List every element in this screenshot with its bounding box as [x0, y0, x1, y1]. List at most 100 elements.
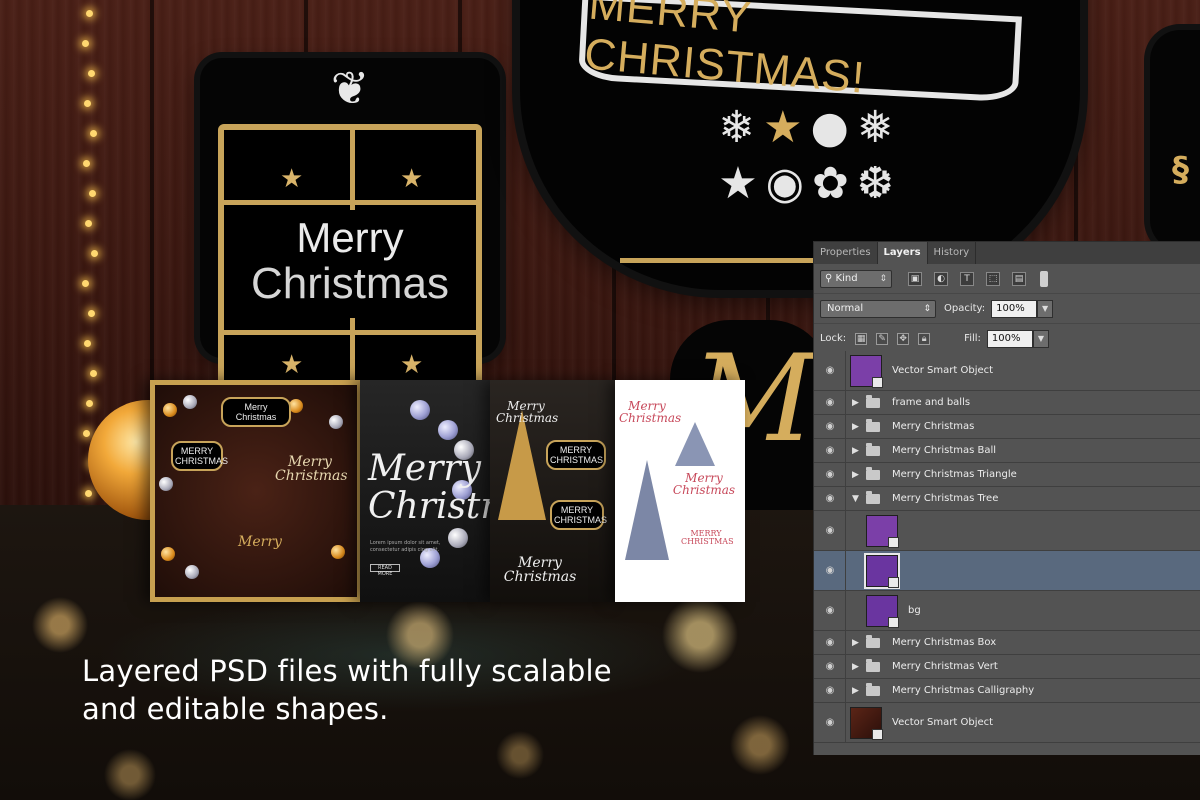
layer-divider: [845, 591, 846, 630]
layer-group-row[interactable]: ◉ ▶ Merry Christmas: [814, 415, 1200, 439]
layer-divider: [845, 351, 846, 390]
kind-filter-select[interactable]: ⚲ Kind ⇕: [820, 269, 892, 288]
ornament-ball-icon: [185, 565, 199, 579]
ornament-ball-icon: [329, 415, 343, 429]
layer-divider: [845, 487, 846, 510]
chevron-right-icon[interactable]: ▶: [852, 637, 859, 649]
layer-divider: [845, 391, 846, 414]
eye-icon[interactable]: ◉: [824, 605, 836, 616]
eye-icon[interactable]: ◉: [824, 397, 836, 408]
eye-icon[interactable]: ◉: [824, 685, 836, 696]
eye-icon[interactable]: ◉: [824, 421, 836, 432]
chevron-right-icon[interactable]: ▶: [852, 397, 859, 409]
blend-mode-value: Normal: [827, 302, 864, 314]
eye-icon[interactable]: ◉: [824, 565, 836, 576]
opacity-input[interactable]: 100%: [991, 299, 1038, 318]
tab-layers[interactable]: Layers: [877, 242, 928, 264]
pixel-filter-icon[interactable]: ▣: [908, 271, 922, 286]
lock-all-icon[interactable]: 🔒︎: [918, 332, 931, 345]
star-icon: ★: [763, 102, 811, 153]
chevron-down-icon[interactable]: ▼: [852, 493, 859, 505]
layer-row[interactable]: ◉ bg: [814, 591, 1200, 631]
chevron-right-icon[interactable]: ▶: [852, 469, 859, 481]
layer-group-row[interactable]: ◉ ▼ Merry Christmas Tree: [814, 487, 1200, 511]
eye-icon[interactable]: ◉: [824, 637, 836, 648]
eye-icon[interactable]: ◉: [824, 717, 836, 728]
tree-icon: [675, 422, 715, 466]
eye-icon[interactable]: ◉: [824, 493, 836, 504]
layer-list: ◉ Vector Smart Object ◉ ▶ frame and ball…: [814, 351, 1200, 743]
tab-history[interactable]: History: [928, 242, 977, 264]
layer-row[interactable]: ◉ Vector Smart Object: [814, 703, 1200, 743]
gift-text-line2: Christmas: [250, 259, 450, 308]
eye-icon[interactable]: ◉: [824, 661, 836, 672]
preview-thumbnail-white: Merry Christmas Merry Christmas MERRY CH…: [615, 380, 745, 602]
layer-name: Merry Christmas: [892, 420, 975, 432]
ornament-ball-icon: [161, 547, 175, 561]
gift-greeting: Merry Christmas: [224, 210, 476, 318]
layer-divider: [845, 415, 846, 438]
chevron-right-icon[interactable]: ▶: [852, 685, 859, 697]
thumb-badge: MERRY CHRISTMAS: [546, 440, 606, 470]
eye-icon[interactable]: ◉: [824, 445, 836, 456]
type-filter-icon[interactable]: T: [960, 271, 974, 286]
layer-group-row[interactable]: ◉ ▶ Merry Christmas Triangle: [814, 463, 1200, 487]
eye-icon[interactable]: ◉: [824, 365, 836, 376]
thumb-read-more: READ MORE: [370, 564, 400, 577]
lock-row: Lock: ▦ ✎ ✥ 🔒︎ Fill: 100% ▼: [814, 324, 1200, 354]
layer-name: bg: [908, 604, 921, 616]
layer-divider: [845, 551, 846, 590]
layer-divider: [845, 463, 846, 486]
lock-brush-icon[interactable]: ✎: [876, 332, 889, 345]
thumb-badge: MERRY CHRISTMAS: [171, 441, 228, 471]
ornament-ball-icon: [410, 400, 430, 420]
thumb-script: Merry Christmas: [672, 471, 736, 497]
layer-name: frame and balls: [892, 396, 971, 408]
feature-caption: Layered PSD files with fully scalable an…: [82, 652, 722, 728]
chevron-updown-icon: ⇕: [879, 273, 887, 284]
tab-properties[interactable]: Properties: [814, 242, 878, 264]
layer-group-row[interactable]: ◉ ▶ Merry Christmas Vert: [814, 655, 1200, 679]
shape-filter-icon[interactable]: ⬚: [986, 271, 1000, 286]
thumb-body-text: Lorem ipsum dolor sit amet, consectetur …: [370, 540, 441, 553]
layer-group-row[interactable]: ◉ ▶ Merry Christmas Calligraphy: [814, 679, 1200, 703]
lock-position-icon[interactable]: ✥: [897, 332, 910, 345]
layer-row[interactable]: ◉: [814, 511, 1200, 551]
layer-group-row[interactable]: ◉ ▶ Merry Christmas Box: [814, 631, 1200, 655]
smart-object-filter-icon[interactable]: ▤: [1012, 271, 1026, 286]
gift-text-line1: Merry: [296, 214, 404, 261]
opacity-chevron-icon[interactable]: ▼: [1037, 299, 1054, 318]
folder-icon: [866, 658, 880, 672]
chevron-right-icon[interactable]: ▶: [852, 661, 859, 673]
layer-row[interactable]: ◉ Vector Smart Object: [814, 351, 1200, 391]
chevron-right-icon[interactable]: ▶: [852, 445, 859, 457]
layer-group-row[interactable]: ◉ ▶ Merry Christmas Ball: [814, 439, 1200, 463]
layer-row-selected[interactable]: ◉: [814, 551, 1200, 591]
swirl-icon: §: [1172, 150, 1189, 190]
thumb-badge: Merry Christmas: [221, 397, 291, 427]
fill-chevron-icon[interactable]: ▼: [1032, 329, 1049, 348]
fill-input[interactable]: 100%: [986, 329, 1033, 348]
eye-icon[interactable]: ◉: [824, 469, 836, 480]
folder-icon: [866, 418, 880, 432]
snowflake-icon: ❄: [718, 102, 764, 153]
thumb-script: MerryChristmas: [368, 448, 490, 527]
caption-line-2: and editable shapes.: [82, 692, 389, 726]
layer-group-row[interactable]: ◉ ▶ frame and balls: [814, 391, 1200, 415]
eye-icon[interactable]: ◉: [824, 525, 836, 536]
star-icon: ★: [280, 164, 304, 194]
layer-divider: [845, 631, 846, 654]
ornament-ball-icon: [448, 528, 468, 548]
filter-toggle[interactable]: [1040, 270, 1048, 287]
folder-icon: [866, 634, 880, 648]
adjustment-filter-icon[interactable]: ◐: [934, 271, 948, 286]
smart-object-badge-icon: [872, 729, 883, 740]
layer-thumbnail: [850, 355, 883, 388]
star-icon: ★: [718, 158, 766, 209]
lock-transparency-icon[interactable]: ▦: [855, 332, 868, 345]
layer-divider: [845, 703, 846, 742]
ornament-ball-icon: [163, 403, 177, 417]
chevron-right-icon[interactable]: ▶: [852, 421, 859, 433]
layer-name: Vector Smart Object: [892, 716, 994, 728]
blend-mode-select[interactable]: Normal ⇕: [820, 299, 936, 318]
